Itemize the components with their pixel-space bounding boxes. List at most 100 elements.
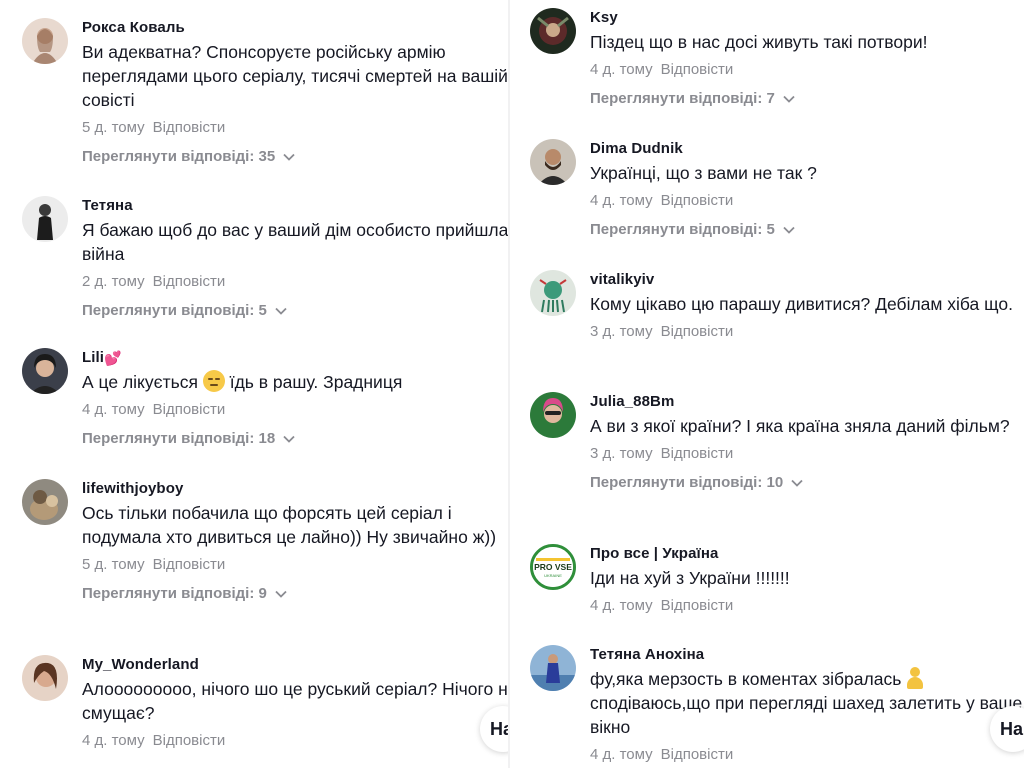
chevron-down-icon — [275, 307, 287, 315]
comment-username[interactable]: Dima Dudnik — [590, 139, 1024, 159]
comment-meta: 4 д. тому Відповісти — [82, 400, 512, 420]
chevron-down-icon — [783, 95, 795, 103]
comment-time: 4 д. тому — [590, 192, 653, 209]
avatar[interactable] — [22, 479, 68, 525]
view-replies-label: Переглянути відповіді: 5 — [590, 221, 775, 238]
comments-panel-right: Ksy Піздец що в нас досі живуть такі пот… — [510, 0, 1024, 768]
view-replies-label: Переглянути відповіді: 18 — [82, 430, 276, 447]
comment-time: 2 д. тому — [82, 273, 145, 290]
comment-time: 4 д. тому — [82, 732, 145, 749]
comment-time: 5 д. тому — [82, 119, 145, 136]
heart-emoji-icon: 💕 — [104, 350, 122, 366]
reply-button[interactable]: Відповісти — [153, 401, 226, 418]
view-replies-button[interactable]: Переглянути відповіді: 7 — [590, 89, 1024, 109]
comment-time: 3 д. тому — [590, 323, 653, 340]
comment-time: 4 д. тому — [590, 61, 653, 78]
comment-time: 5 д. тому — [82, 556, 145, 573]
reply-button[interactable]: Відповісти — [661, 445, 734, 462]
pensive-face-emoji-icon — [202, 370, 225, 392]
view-replies-button[interactable]: Переглянути відповіді: 5 — [590, 220, 1024, 240]
comment-username[interactable]: vitalikyiv — [590, 270, 1024, 290]
chevron-down-icon — [283, 435, 295, 443]
view-replies-label: Переглянути відповіді: 10 — [590, 474, 784, 491]
pro-vse-logo-text: PRO VSE — [534, 562, 572, 572]
reply-button[interactable]: Відповісти — [661, 61, 734, 78]
view-replies-button[interactable]: Переглянути відповіді: 5 — [82, 301, 512, 321]
comment-text: Кому цікаво цю парашу дивитися? Дебілам … — [590, 294, 1013, 314]
reply-button[interactable]: Відповісти — [661, 192, 734, 209]
avatar[interactable] — [22, 196, 68, 242]
comment-username[interactable]: Julia_88Bm — [590, 392, 1024, 412]
comment-text: Алооооооооо, нічого шо це руський серіал… — [82, 679, 512, 723]
comment-username[interactable]: Тетяна — [82, 196, 512, 216]
comment-text: А це лікується їдь в рашу. Зрадниця — [82, 370, 512, 394]
view-replies-label: Переглянути відповіді: 7 — [590, 90, 775, 107]
comment-text-part: А це лікується — [82, 372, 198, 392]
avatar[interactable] — [530, 8, 576, 54]
view-replies-label: Переглянути відповіді: 5 — [82, 302, 267, 319]
chevron-down-icon — [791, 479, 803, 487]
comment-text: Я бажаю щоб до вас у ваший дім особисто … — [82, 220, 509, 264]
comment-username[interactable]: Рокса Коваль — [82, 18, 512, 38]
comment-username[interactable]: Про все | Україна — [590, 544, 1024, 564]
person-emoji-icon — [906, 667, 924, 689]
comment-username[interactable]: Lili💕 — [82, 348, 512, 368]
reply-button[interactable]: Відповісти — [153, 119, 226, 136]
chevron-down-icon — [275, 590, 287, 598]
comment-username[interactable]: Тетяна Анохіна — [590, 645, 1024, 665]
chevron-down-icon — [283, 153, 295, 161]
comment-text: фу,яка мерзость в коментах зібралась спо… — [590, 667, 1024, 739]
avatar[interactable] — [530, 645, 576, 691]
comment-text: Ви адекватна? Спонсоруєте російську армі… — [82, 42, 508, 110]
comment-time: 3 д. тому — [590, 445, 653, 462]
avatar[interactable] — [22, 348, 68, 394]
view-replies-button[interactable]: Переглянути відповіді: 18 — [82, 429, 512, 449]
comment-meta: 4 д. тому Відповісти — [590, 596, 1024, 616]
chevron-down-icon — [783, 226, 795, 234]
view-replies-button[interactable]: Переглянути відповіді: 35 — [82, 147, 512, 167]
comment-time: 4 д. тому — [590, 597, 653, 614]
view-replies-button[interactable]: Переглянути відповіді: 10 — [590, 473, 1024, 493]
comment-username[interactable]: My_Wonderland — [82, 655, 512, 675]
comment-username[interactable]: Ksy — [590, 8, 1024, 28]
comment-text: Іди на хуй з України !!!!!!! — [590, 568, 790, 588]
comment-text: А ви з якої країни? І яка країна зняла д… — [590, 416, 1010, 436]
view-replies-label: Переглянути відповіді: 9 — [82, 585, 267, 602]
comment-time: 4 д. тому — [82, 401, 145, 418]
avatar[interactable] — [22, 655, 68, 701]
comment-text-part: фу,яка мерзость в коментах зібралась — [590, 669, 902, 689]
view-replies-button[interactable]: Переглянути відповіді: 9 — [82, 584, 512, 604]
avatar[interactable] — [530, 270, 576, 316]
pro-vse-logo-subtext: UKRAINE — [544, 573, 562, 578]
reply-button[interactable]: Відповісти — [661, 323, 734, 340]
comment-meta: 4 д. тому Відповісти — [590, 745, 1024, 765]
comment-time: 4 д. тому — [590, 746, 653, 763]
comment-meta: 4 д. тому Відповісти — [590, 60, 1024, 80]
reply-button[interactable]: Відповісти — [661, 597, 734, 614]
comment-meta: 5 д. тому Відповісти — [82, 555, 512, 575]
comments-panel-left: Рокса Коваль Ви адекватна? Спонсоруєте р… — [0, 0, 512, 768]
avatar[interactable] — [530, 392, 576, 438]
comment-meta: 3 д. тому Відповісти — [590, 322, 1024, 342]
reply-button[interactable]: Відповісти — [661, 746, 734, 763]
view-replies-label: Переглянути відповіді: 35 — [82, 148, 276, 165]
username-text: Lili — [82, 349, 105, 366]
comment-text: Українці, що з вами не так ? — [590, 163, 817, 183]
reply-button[interactable]: Відповісти — [153, 273, 226, 290]
comment-meta: 3 д. тому Відповісти — [590, 444, 1024, 464]
comment-meta: 2 д. тому Відповісти — [82, 272, 512, 292]
comment-text-part: їдь в рашу. Зрадниця — [229, 372, 403, 392]
comment-text-part: сподіваюсь,що при перегляді шахед залети… — [590, 693, 1023, 737]
comment-text: Піздец що в нас досі живуть такі потвори… — [590, 32, 928, 52]
avatar[interactable] — [22, 18, 68, 64]
avatar[interactable]: PRO VSE UKRAINE — [530, 544, 576, 590]
comment-meta: 4 д. тому Відповісти — [590, 191, 1024, 211]
avatar[interactable] — [530, 139, 576, 185]
comment-meta: 5 д. тому Відповісти — [82, 118, 512, 138]
floating-button-label: На — [1000, 718, 1024, 739]
reply-button[interactable]: Відповісти — [153, 732, 226, 749]
comment-username[interactable]: lifewithjoyboy — [82, 479, 512, 499]
comment-text: Ось тільки побачила що форсять цей серіа… — [82, 503, 497, 547]
reply-button[interactable]: Відповісти — [153, 556, 226, 573]
comment-meta: 4 д. тому Відповісти — [82, 731, 512, 751]
